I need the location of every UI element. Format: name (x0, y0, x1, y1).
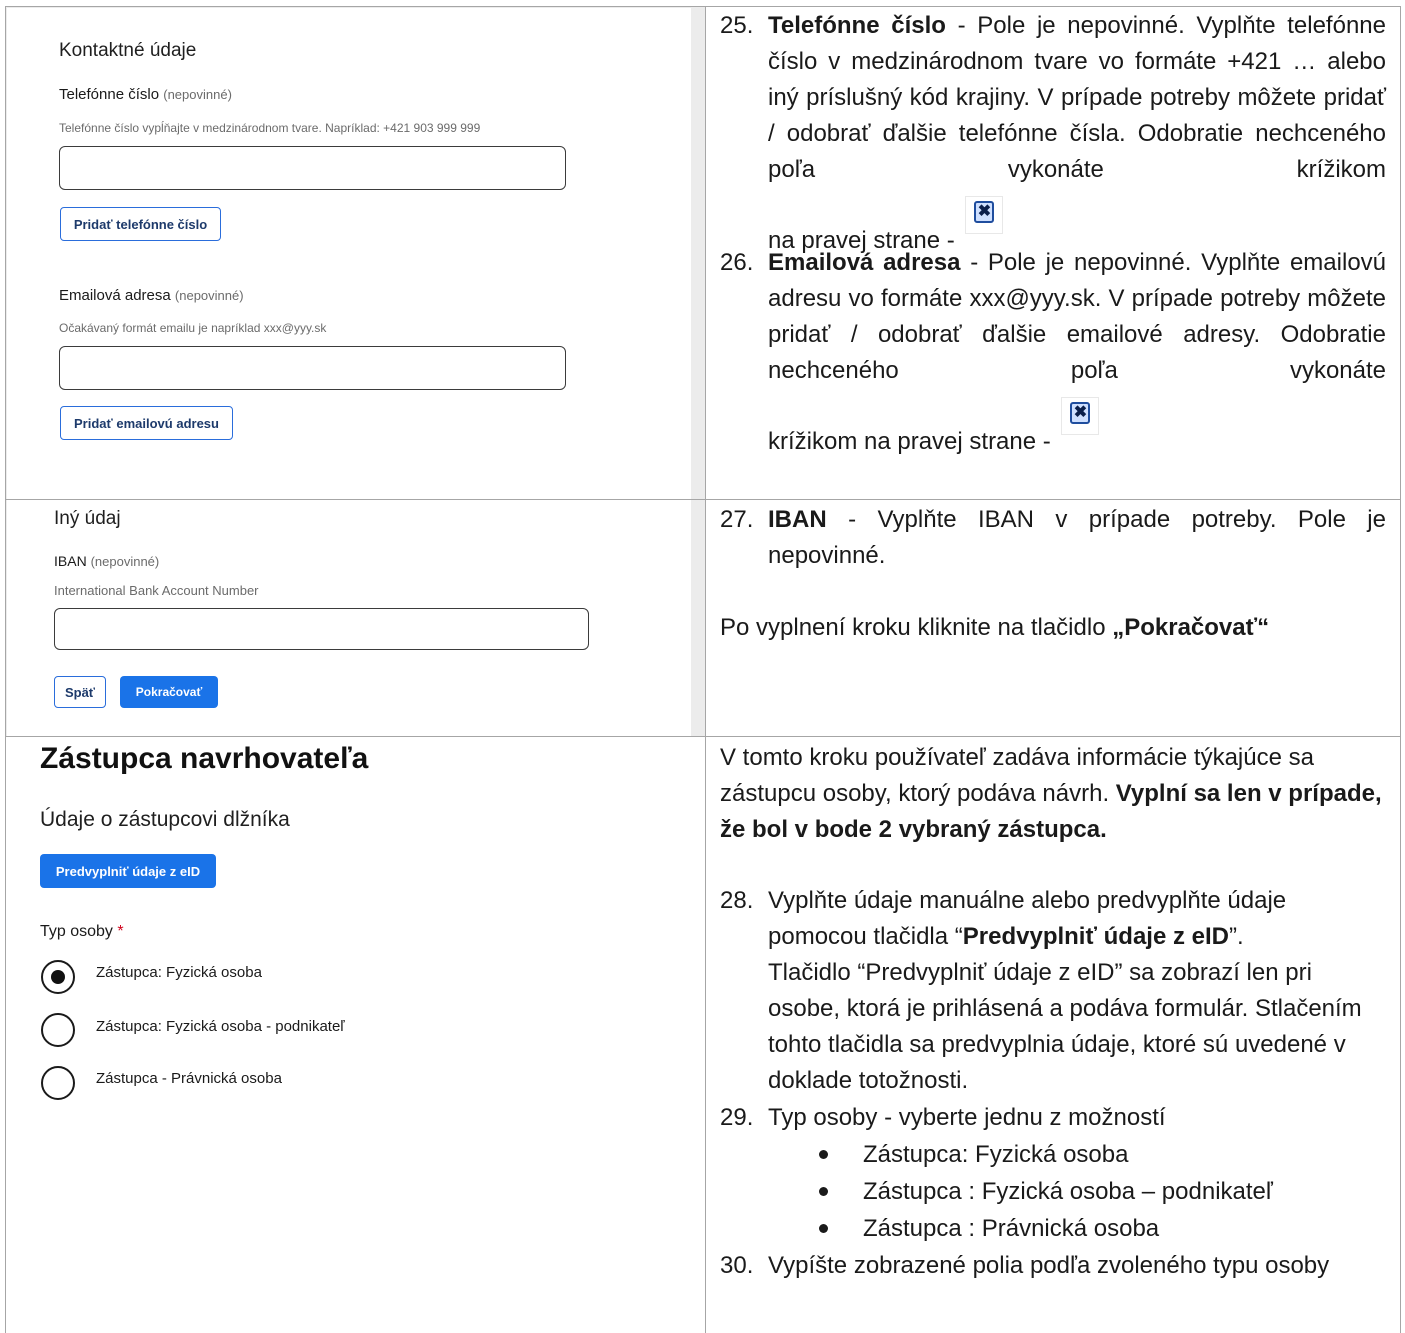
page-heading: Zástupca navrhovateľa (40, 742, 369, 775)
iban-label-text: IBAN (54, 553, 87, 569)
bullet-item: Zástupca : Fyzická osoba – podnikateľ (863, 1178, 1273, 1205)
item-26-number: 26. (720, 249, 754, 276)
item-25-number: 25. (720, 12, 754, 39)
add-phone-button[interactable]: Pridať telefónne číslo (60, 207, 221, 241)
item-29-number: 29. (720, 1104, 754, 1131)
radio-selected-dot (51, 970, 65, 984)
bullet-item: Zástupca: Fyzická osoba (863, 1141, 1129, 1168)
email-optional: (nepovinné) (174, 288, 244, 303)
radio-fyzicka-osoba-podnikatel[interactable] (41, 1013, 75, 1047)
item-28-number: 28. (720, 887, 754, 914)
item-26-tail: krížikom na pravej strane - ✖ (768, 397, 1386, 460)
email-label-text: Emailová adresa (59, 287, 171, 304)
table-border-left (5, 6, 6, 1333)
bullet-icon (819, 1150, 828, 1159)
item-26-term: Emailová adresa (768, 249, 961, 276)
table-row-divider (5, 499, 1401, 500)
bullet-icon (819, 1187, 828, 1196)
close-icon: ✖ (965, 196, 1004, 234)
phone-input[interactable] (59, 146, 566, 190)
document-table: Kontaktné údaje Telefónne číslo (nepovin… (5, 6, 1401, 1333)
person-type-label-text: Typ osoby (40, 923, 113, 940)
continue-button[interactable]: Pokračovať (120, 676, 218, 708)
section-title: Kontaktné údaje (59, 40, 197, 61)
item-25-text: Telefónne číslo - Pole je nepovinné. Vyp… (768, 8, 1386, 188)
phone-hint: Telefónne číslo vypĺňajte v medzinárodno… (59, 121, 481, 135)
item-27-term: IBAN (768, 506, 827, 533)
iban-label: IBAN (nepovinné) (54, 553, 159, 569)
section-title: Iný údaj (54, 508, 121, 529)
email-input[interactable] (59, 346, 566, 390)
radio-label: Zástupca: Fyzická osoba - podnikateľ (96, 1018, 345, 1035)
item-27-text: IBAN - Vyplňte IBAN v prípade potreby. P… (768, 502, 1386, 574)
radio-label: Zástupca: Fyzická osoba (96, 964, 262, 981)
item-26-text: Emailová adresa - Pole je nepovinné. Vyp… (768, 245, 1386, 389)
item-28-text: Vyplňte údaje manuálne alebo predvyplňte… (768, 883, 1388, 1099)
section-title: Údaje o zástupcovi dlžníka (40, 808, 290, 831)
person-type-label: Typ osoby * (40, 923, 124, 941)
representative-screenshot: Zástupca navrhovateľa Údaje o zástupcovi… (20, 738, 691, 1115)
iban-hint: International Bank Account Number (54, 583, 259, 598)
item-28-bold: Predvyplniť údaje z eID (962, 923, 1230, 950)
table-row-divider (5, 736, 1401, 737)
item-28-part-b: ”. (1229, 923, 1244, 950)
item-29-text: Typ osoby - vyberte jednu z možností (768, 1104, 1166, 1131)
contact-form-screenshot: Kontaktné údaje Telefónne číslo (nepovin… (7, 8, 691, 499)
required-mark: * (117, 923, 124, 940)
item-30-text: Vypíšte zobrazené polia podľa zvoleného … (768, 1252, 1330, 1279)
item-30-number: 30. (720, 1252, 754, 1279)
item-27-body: - Vyplňte IBAN v prípade potreby. Pole j… (768, 506, 1386, 569)
email-hint: Očakávaný formát emailu je napríklad xxx… (59, 321, 327, 335)
back-button[interactable]: Späť (54, 676, 106, 708)
other-info-screenshot: Iný údaj IBAN (nepovinné) International … (7, 500, 691, 736)
close-icon: ✖ (1061, 397, 1100, 435)
prefill-eid-button[interactable]: Predvyplniť údaje z eID (40, 854, 216, 888)
table-border-right (1400, 6, 1401, 1333)
item-27-number: 27. (720, 506, 754, 533)
bullet-icon (819, 1224, 828, 1233)
after-step-button-ref: „Pokračovať“ (1112, 614, 1270, 641)
radio-fyzicka-osoba[interactable] (41, 960, 75, 994)
iban-input[interactable] (54, 608, 589, 650)
intro-text: V tomto kroku používateľ zadáva informác… (720, 740, 1392, 848)
phone-optional: (nepovinné) (163, 87, 232, 102)
phone-label-text: Telefónne číslo (59, 86, 160, 103)
iban-optional: (nepovinné) (90, 554, 160, 569)
radio-pravnicka-osoba[interactable] (41, 1066, 75, 1100)
table-border-top (5, 6, 1401, 7)
item-28-part-c: Tlačidlo “Predvyplniť údaje z eID” sa zo… (768, 959, 1362, 1094)
radio-label: Zástupca - Právnická osoba (96, 1070, 282, 1087)
phone-label: Telefónne číslo (nepovinné) (59, 86, 232, 103)
email-label: Emailová adresa (nepovinné) (59, 287, 244, 304)
after-step-instruction: Po vyplnení kroku kliknite na tlačidlo (720, 614, 1106, 641)
item-25-term: Telefónne číslo (768, 12, 946, 39)
item-26-tail-text: krížikom na pravej strane - (768, 428, 1051, 455)
table-column-divider (705, 6, 706, 1333)
bullet-item: Zástupca : Právnická osoba (863, 1215, 1160, 1242)
add-email-button[interactable]: Pridať emailovú adresu (60, 406, 233, 440)
after-step-text: Po vyplnení kroku kliknite na tlačidlo „… (720, 610, 1390, 646)
